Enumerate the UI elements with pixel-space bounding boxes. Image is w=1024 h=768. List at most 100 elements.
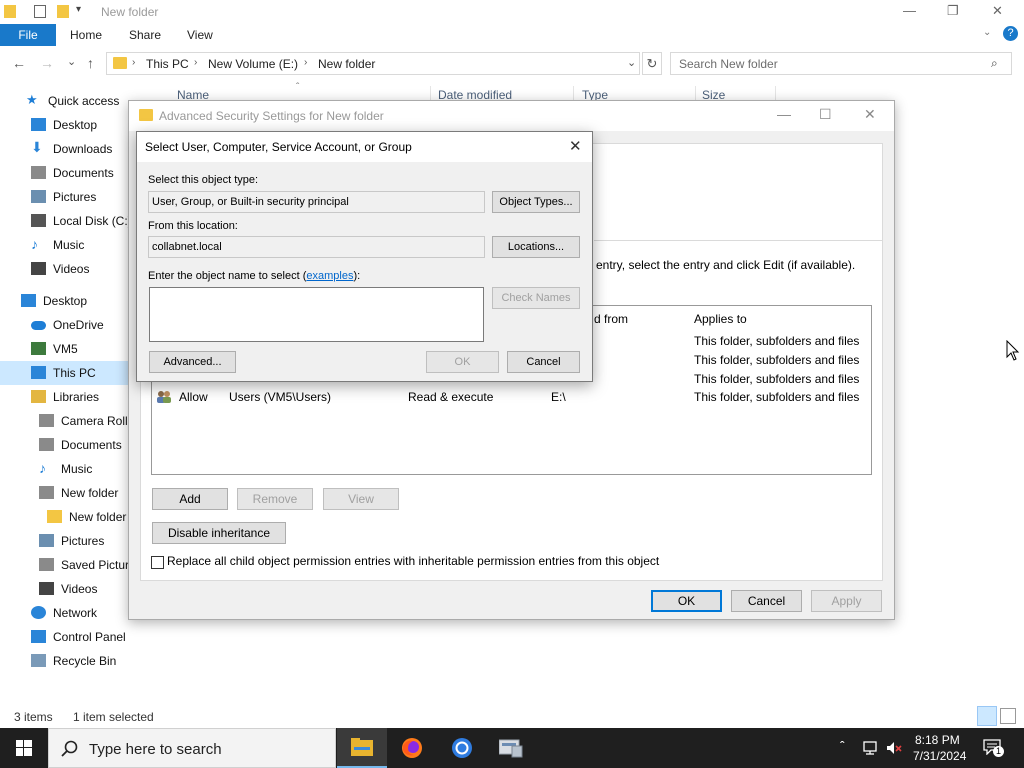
show-hidden-icons-button[interactable]: ˆ (840, 738, 845, 754)
permission-entry-row[interactable]: Allow Users (VM5\Users) Read & execute E… (152, 388, 871, 408)
ribbon-expand-icon[interactable]: ⌄ (983, 27, 991, 38)
sidebar-item-libraries[interactable]: Libraries (0, 385, 135, 409)
tab-view[interactable]: View (187, 28, 213, 42)
ok-button[interactable]: OK (426, 351, 499, 373)
sidebar-item-saved-pictures[interactable]: Saved Pictures (0, 553, 135, 577)
folder-icon (139, 109, 153, 121)
object-name-input[interactable] (149, 287, 484, 342)
windows-logo-icon (16, 740, 32, 756)
sidebar-item-camera-roll[interactable]: Camera Roll (0, 409, 135, 433)
search-icon[interactable]: ⌕ (991, 56, 998, 71)
sidebar-item-new-folder[interactable]: New folder (0, 505, 135, 529)
notification-center-button[interactable]: 1 (983, 739, 1004, 757)
tab-file[interactable]: File (0, 24, 56, 46)
sidebar-item-label: Music (53, 238, 85, 252)
volume-muted-icon[interactable] (885, 740, 903, 756)
remove-button[interactable]: Remove (237, 488, 313, 510)
taskbar-server-manager[interactable] (486, 728, 536, 768)
breadcrumb-new-volume[interactable]: New Volume (E:) (208, 57, 298, 71)
sidebar-item-onedrive[interactable]: OneDrive (0, 313, 135, 337)
object-types-button[interactable]: Object Types... (492, 191, 580, 213)
adv-cancel-button[interactable]: Cancel (731, 590, 802, 612)
taskbar-search-input[interactable]: Type here to search (48, 728, 336, 768)
adv-maximize-button[interactable]: ☐ (819, 106, 832, 123)
address-dropdown-icon[interactable]: ⌄ (627, 56, 636, 69)
sidebar-item-recycle-bin[interactable]: Recycle Bin (0, 649, 135, 673)
window-title: New folder (101, 5, 159, 19)
tab-share[interactable]: Share (129, 28, 161, 42)
navigation-pane: ★ Quick access Desktop ⬇ Downloads Documents P… (0, 88, 135, 688)
desktop-icon (21, 294, 36, 307)
cancel-button[interactable]: Cancel (507, 351, 580, 373)
videos-icon (39, 582, 54, 595)
properties-icon[interactable] (34, 5, 46, 18)
up-button[interactable]: ↑ (87, 55, 94, 71)
details-view-icon[interactable] (977, 706, 997, 726)
breadcrumb-this-pc[interactable]: This PC (146, 57, 189, 71)
adv-close-button[interactable]: ✕ (864, 106, 876, 123)
taskbar-chrome[interactable] (437, 728, 487, 768)
network-icon[interactable] (862, 740, 880, 756)
sidebar-item-videos[interactable]: Videos (0, 577, 135, 601)
sidebar-item-downloads[interactable]: ⬇ Downloads (0, 137, 135, 161)
sidebar-item-vm5[interactable]: VM5 (0, 337, 135, 361)
search-input[interactable]: Search New folder ⌕ (670, 52, 1012, 75)
large-icons-view-icon[interactable] (1000, 708, 1016, 724)
sidebar-item-quick-access[interactable]: ★ Quick access (0, 89, 135, 113)
taskbar-file-explorer[interactable] (337, 728, 387, 768)
clock-time[interactable]: 8:18 PM (915, 733, 960, 747)
sidebar-item-control-panel[interactable]: Control Panel (0, 625, 135, 649)
new-folder-icon[interactable] (57, 5, 69, 18)
folder-icon (113, 57, 127, 69)
column-inherited-from[interactable]: d from (594, 312, 628, 326)
breadcrumb-separator[interactable]: › (194, 57, 197, 68)
taskbar-firefox[interactable] (387, 728, 437, 768)
sidebar-item-pictures[interactable]: Pictures (0, 185, 135, 209)
add-button[interactable]: Add (152, 488, 228, 510)
sidebar-item-label: Desktop (43, 294, 88, 308)
sidebar-item-network[interactable]: Network (0, 601, 135, 625)
sidebar-item-label: New folder (61, 486, 119, 500)
start-button[interactable] (0, 728, 48, 768)
forward-button[interactable]: → (40, 55, 54, 71)
sidebar-item-documents[interactable]: Documents (0, 433, 135, 457)
check-names-button[interactable]: Check Names (492, 287, 580, 309)
sidebar-item-pictures[interactable]: Pictures (0, 529, 135, 553)
minimize-button[interactable]: — (903, 3, 916, 18)
sidebar-item-documents[interactable]: Documents (0, 161, 135, 185)
breadcrumb-new-folder[interactable]: New folder (318, 57, 375, 71)
sidebar-item-desktop[interactable]: Desktop (0, 113, 135, 137)
restore-button[interactable]: ❐ (947, 3, 959, 19)
back-button[interactable]: ← (12, 55, 26, 71)
close-icon[interactable]: ✕ (569, 137, 582, 155)
column-applies-to[interactable]: Applies to (694, 312, 747, 326)
sidebar-item-label: Videos (53, 262, 90, 276)
adv-apply-button[interactable]: Apply (811, 590, 882, 612)
advanced-button[interactable]: Advanced... (149, 351, 236, 373)
quick-access-toolbar-dropdown[interactable]: ▾ (76, 4, 81, 15)
close-button[interactable]: ✕ (992, 3, 1003, 19)
view-button[interactable]: View (323, 488, 399, 510)
help-icon[interactable]: ? (1003, 26, 1018, 41)
adv-ok-button[interactable]: OK (651, 590, 722, 612)
sidebar-item-desktop[interactable]: Desktop (0, 289, 135, 313)
tab-home[interactable]: Home (70, 28, 102, 42)
disable-inheritance-button[interactable]: Disable inheritance (152, 522, 286, 544)
address-bar[interactable]: › This PC › New Volume (E:) › New folder… (106, 52, 640, 75)
sidebar-item-music[interactable]: ♪ Music (0, 233, 135, 257)
locations-button[interactable]: Locations... (492, 236, 580, 258)
sidebar-item-music[interactable]: ♪ Music (0, 457, 135, 481)
refresh-button[interactable]: ↻ (642, 52, 662, 75)
replace-child-permissions-checkbox[interactable] (151, 556, 164, 569)
clock-date[interactable]: 7/31/2024 (913, 749, 966, 763)
breadcrumb-separator[interactable]: › (132, 57, 135, 68)
breadcrumb-separator[interactable]: › (304, 57, 307, 68)
examples-link[interactable]: examples (306, 270, 353, 282)
sidebar-item-local-disk-c[interactable]: Local Disk (C:) (0, 209, 135, 233)
adv-minimize-button[interactable]: — (777, 106, 791, 122)
sidebar-item-videos[interactable]: Videos (0, 257, 135, 281)
sidebar-item-new-folder[interactable]: New folder (0, 481, 135, 505)
sidebar-item-label: Local Disk (C:) (53, 214, 132, 228)
recent-locations-button[interactable]: ⌄ (67, 55, 76, 68)
sidebar-item-this-pc[interactable]: This PC (0, 361, 135, 385)
